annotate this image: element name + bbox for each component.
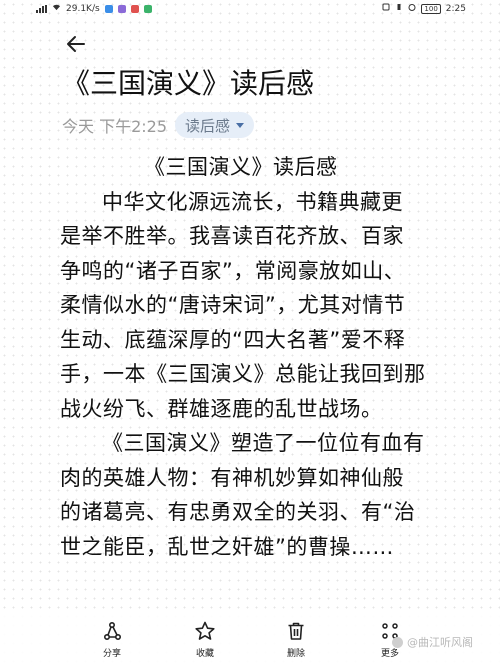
favorite-button[interactable]: 收藏 xyxy=(175,620,235,659)
clock-text: 2:25 xyxy=(445,3,466,14)
share-label: 分享 xyxy=(102,649,121,659)
watermark-logo-icon xyxy=(392,636,403,648)
body-text-line: 肉的英雄人物：有神机妙算如神仙般 xyxy=(60,465,404,490)
body-text-line: 生动、底蕴深厚的“四大名著”爱不释 xyxy=(60,327,406,352)
body-text-line: 是举不胜举。我喜读百花齐放、百家 xyxy=(60,224,404,248)
note-body[interactable]: 《三国演义》读后感 中华文化源远流长，书籍典藏更 是举不胜举。我喜读百花齐放、百… xyxy=(60,150,440,564)
notification-app-icon xyxy=(104,4,113,13)
delete-label: 删除 xyxy=(286,649,305,659)
chevron-down-icon xyxy=(236,122,245,128)
category-label: 读后感 xyxy=(185,116,231,135)
body-text-line: 世之能臣，乱世之奸雄”的曹操…… xyxy=(60,534,394,559)
category-dropdown[interactable]: 读后感 xyxy=(175,112,255,138)
body-heading-line: 《三国演义》读后感 xyxy=(144,155,338,179)
wifi-icon xyxy=(52,3,61,14)
watermark-text: @曲江听风阁 xyxy=(407,636,473,649)
battery-icon: 100 xyxy=(421,3,441,14)
body-text-line: 柔情似水的“唐诗宋词”，尤其对情节 xyxy=(60,293,406,317)
notification-app-icon xyxy=(143,4,152,13)
signal-icon xyxy=(36,4,47,13)
share-button[interactable]: 分享 xyxy=(82,620,142,659)
notification-app-icon xyxy=(130,4,139,13)
back-arrow-icon xyxy=(67,36,85,52)
share-icon xyxy=(103,621,122,641)
body-text-line: 中华文化源远流长，书籍典藏更 xyxy=(102,189,403,214)
note-timestamp: 今天 下午2:25 xyxy=(62,117,168,136)
back-button[interactable] xyxy=(62,30,90,58)
note-title[interactable]: 《三国演义》读后感 xyxy=(62,62,314,106)
note-meta-row: 今天 下午2:25 读后感 xyxy=(62,112,255,138)
star-icon xyxy=(195,621,215,640)
status-bar: 29.1K/s 100 2:25 xyxy=(0,0,500,18)
status-bar-left: 29.1K/s xyxy=(36,3,152,14)
alarm-icon xyxy=(408,3,416,14)
watermark: @曲江听风阁 xyxy=(392,634,473,650)
trash-icon xyxy=(288,622,304,640)
body-text-line: 战火纷飞、群雄逐鹿的乱世战场。 xyxy=(60,396,383,421)
favorite-label: 收藏 xyxy=(195,649,214,659)
nfc-icon xyxy=(382,3,390,14)
body-text-line: 手，一本《三国演义》总能让我回到那 xyxy=(60,362,426,386)
delete-button[interactable]: 删除 xyxy=(266,620,326,659)
body-text-line: 《三国演义》塑造了一位位有血有 xyxy=(102,431,425,455)
battery-level: 100 xyxy=(424,4,438,13)
vibrate-icon xyxy=(395,3,403,14)
body-text-line: 争鸣的“诸子百家”，常阅豪放如山、 xyxy=(60,258,406,283)
net-speed-text: 29.1K/s xyxy=(66,3,100,14)
status-bar-right: 100 2:25 xyxy=(382,3,466,14)
notification-app-icon xyxy=(117,4,126,13)
body-text-line: 的诸葛亮、有忠勇双全的关羽、有“治 xyxy=(60,500,416,524)
